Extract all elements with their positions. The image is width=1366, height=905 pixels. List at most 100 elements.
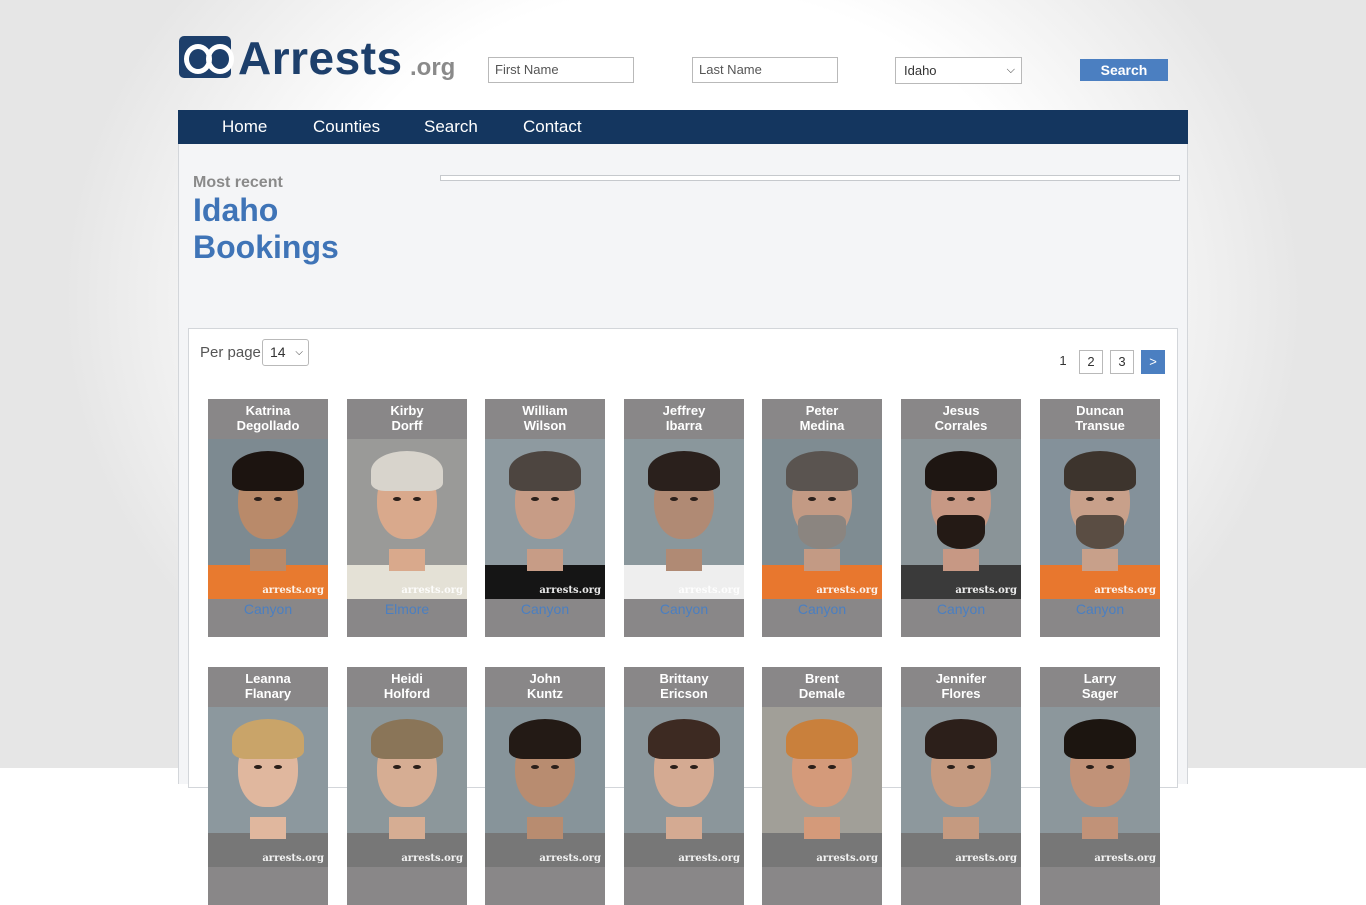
watermark: arrests.org: [401, 585, 463, 596]
mugshot-photo[interactable]: arrests.org: [1040, 439, 1160, 599]
nav-home[interactable]: Home: [222, 110, 267, 143]
pagination-page-3[interactable]: 3: [1110, 350, 1134, 374]
per-page-select[interactable]: 14 ⌵: [262, 339, 309, 366]
booking-name[interactable]: Jeffrey Ibarra: [624, 403, 744, 433]
watermark: arrests.org: [401, 853, 463, 864]
nav-counties[interactable]: Counties: [313, 110, 380, 143]
booking-card[interactable]: Kirby Dorff arrests.org Elmore: [347, 399, 467, 637]
most-recent-label: Most recent: [193, 174, 283, 191]
handcuffs-logo-icon: [179, 36, 234, 78]
booking-first-name: Jeffrey: [662, 403, 706, 418]
booking-name[interactable]: Jesus Corrales: [901, 403, 1021, 433]
page-container: Arrests .org First Name Last Name Idaho …: [178, 0, 1188, 905]
booking-first-name: Larry: [1083, 671, 1117, 686]
booking-card[interactable]: Brent Demale arrests.org: [762, 667, 882, 905]
bookings-listing: Per page 14 ⌵ 1 2 3 > Katrina Degollado ar…: [188, 328, 1178, 905]
booking-card[interactable]: William Wilson arrests.org Canyon: [485, 399, 605, 637]
watermark: arrests.org: [539, 585, 601, 596]
watermark: arrests.org: [955, 585, 1017, 596]
booking-name[interactable]: Kirby Dorff: [347, 403, 467, 433]
booking-last-name: Sager: [1081, 686, 1119, 701]
mugshot-photo[interactable]: arrests.org: [762, 707, 882, 867]
pagination-current: 1: [1059, 353, 1067, 368]
booking-card[interactable]: Katrina Degollado arrests.org Canyon: [208, 399, 328, 637]
watermark: arrests.org: [816, 585, 878, 596]
mugshot-photo[interactable]: arrests.org: [901, 439, 1021, 599]
booking-county-link[interactable]: Canyon: [624, 601, 744, 617]
booking-county-link[interactable]: Canyon: [901, 601, 1021, 617]
booking-name[interactable]: Peter Medina: [762, 403, 882, 433]
mugshot-photo[interactable]: arrests.org: [624, 707, 744, 867]
booking-name[interactable]: Brittany Ericson: [624, 671, 744, 701]
watermark: arrests.org: [816, 853, 878, 864]
mugshot-photo[interactable]: arrests.org: [485, 439, 605, 599]
pagination-next[interactable]: >: [1141, 350, 1165, 374]
booking-card[interactable]: Jennifer Flores arrests.org: [901, 667, 1021, 905]
state-select[interactable]: Idaho ⌵: [895, 57, 1022, 84]
booking-last-name: Ericson: [660, 686, 708, 701]
mugshot-photo[interactable]: arrests.org: [347, 707, 467, 867]
booking-first-name: Katrina: [245, 403, 291, 418]
booking-county-link[interactable]: Elmore: [347, 601, 467, 617]
mugshot-photo[interactable]: arrests.org: [485, 707, 605, 867]
booking-county-link[interactable]: Canyon: [762, 601, 882, 617]
booking-card[interactable]: Jeffrey Ibarra arrests.org Canyon: [624, 399, 744, 637]
pagination-page-2[interactable]: 2: [1079, 350, 1103, 374]
booking-first-name: Jennifer: [935, 671, 987, 686]
mugshot-photo[interactable]: arrests.org: [208, 439, 328, 599]
site-logo[interactable]: Arrests .org: [178, 32, 478, 84]
watermark: arrests.org: [678, 853, 740, 864]
last-name-input[interactable]: Last Name: [692, 57, 838, 83]
booking-name[interactable]: Brent Demale: [762, 671, 882, 701]
ad-banner: [440, 175, 1180, 181]
booking-name[interactable]: Katrina Degollado: [208, 403, 328, 433]
booking-name[interactable]: John Kuntz: [485, 671, 605, 701]
booking-card[interactable]: John Kuntz arrests.org: [485, 667, 605, 905]
content-panel: Most recent Idaho Bookings Per page 14 ⌵…: [178, 144, 1188, 905]
chevron-down-icon: ⌵: [295, 347, 303, 358]
mugshot-photo[interactable]: arrests.org: [624, 439, 744, 599]
first-name-input[interactable]: First Name: [488, 57, 634, 83]
logo-suffix: .org: [410, 54, 456, 81]
logo-text: Arrests: [238, 32, 403, 84]
booking-county-link[interactable]: Canyon: [208, 601, 328, 617]
booking-first-name: William: [522, 403, 568, 418]
mugshot-photo[interactable]: arrests.org: [762, 439, 882, 599]
booking-card[interactable]: Jesus Corrales arrests.org Canyon: [901, 399, 1021, 637]
booking-card[interactable]: Leanna Flanary arrests.org: [208, 667, 328, 905]
per-page-value: 14: [270, 344, 286, 360]
mugshot-photo[interactable]: arrests.org: [901, 707, 1021, 867]
booking-name[interactable]: William Wilson: [485, 403, 605, 433]
booking-name[interactable]: Heidi Holford: [347, 671, 467, 701]
mugshot-photo[interactable]: arrests.org: [347, 439, 467, 599]
search-button[interactable]: Search: [1080, 59, 1168, 81]
watermark: arrests.org: [262, 853, 324, 864]
main-nav: Home Counties Search Contact: [178, 110, 1188, 144]
watermark: arrests.org: [955, 853, 1017, 864]
page-title: Idaho Bookings: [193, 192, 339, 265]
watermark: arrests.org: [539, 853, 601, 864]
booking-card[interactable]: Brittany Ericson arrests.org: [624, 667, 744, 905]
booking-last-name: Corrales: [934, 418, 988, 433]
booking-card[interactable]: Larry Sager arrests.org: [1040, 667, 1160, 905]
booking-name[interactable]: Jennifer Flores: [901, 671, 1021, 701]
booking-last-name: Wilson: [523, 418, 567, 433]
booking-last-name: Kuntz: [526, 686, 564, 701]
booking-name[interactable]: Duncan Transue: [1040, 403, 1160, 433]
booking-county-link[interactable]: Canyon: [1040, 601, 1160, 617]
nav-contact[interactable]: Contact: [523, 110, 582, 143]
mugshot-photo[interactable]: arrests.org: [208, 707, 328, 867]
nav-search[interactable]: Search: [424, 110, 478, 143]
booking-card[interactable]: Duncan Transue arrests.org Canyon: [1040, 399, 1160, 637]
booking-last-name: Dorff: [391, 418, 423, 433]
booking-first-name: Heidi: [391, 671, 423, 686]
booking-last-name: Transue: [1075, 418, 1125, 433]
state-select-value: Idaho: [904, 63, 937, 78]
booking-name[interactable]: Larry Sager: [1040, 671, 1160, 701]
per-page-label: Per page: [200, 344, 261, 361]
booking-card[interactable]: Heidi Holford arrests.org: [347, 667, 467, 905]
booking-county-link[interactable]: Canyon: [485, 601, 605, 617]
mugshot-photo[interactable]: arrests.org: [1040, 707, 1160, 867]
booking-card[interactable]: Peter Medina arrests.org Canyon: [762, 399, 882, 637]
booking-name[interactable]: Leanna Flanary: [208, 671, 328, 701]
